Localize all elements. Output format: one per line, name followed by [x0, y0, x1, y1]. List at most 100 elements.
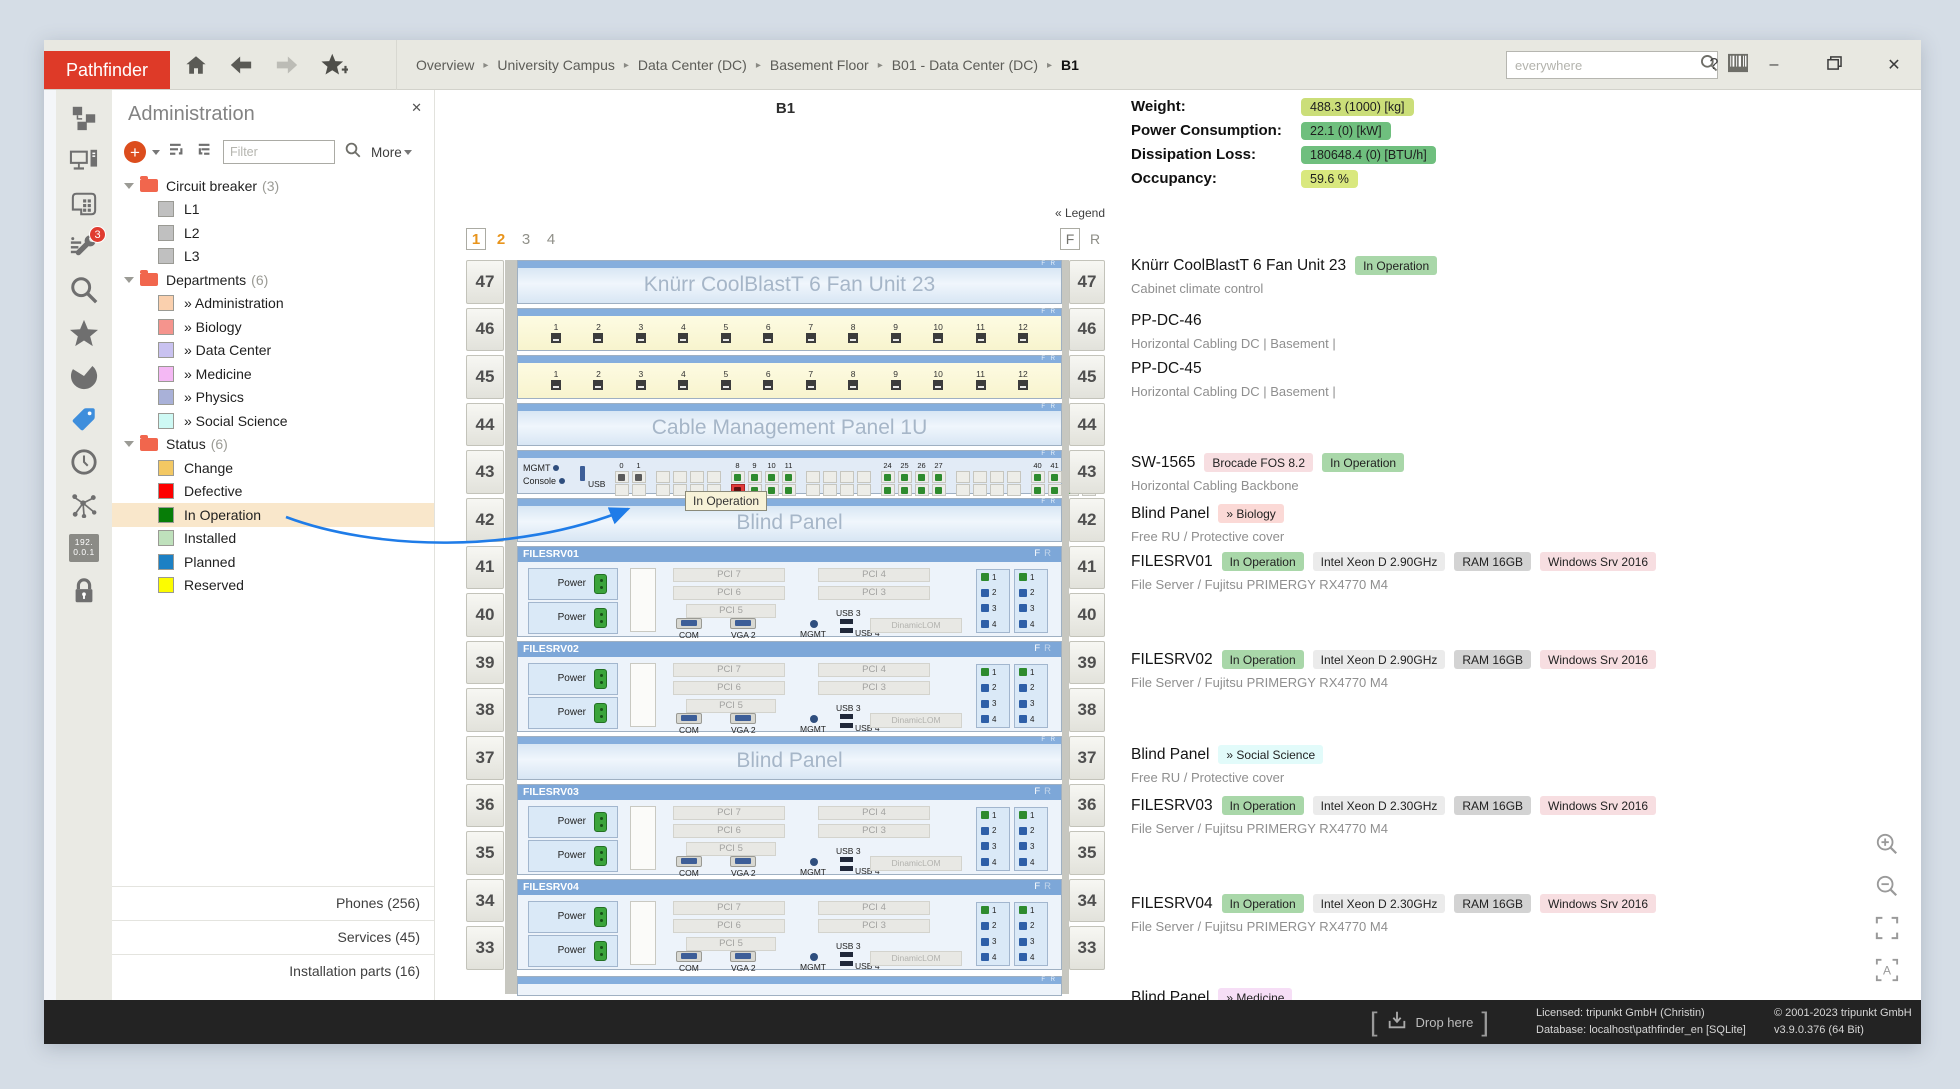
nic-port[interactable]: 4: [981, 715, 1005, 724]
info-list-item[interactable]: PP-DC-46Horizontal Cabling DC | Basement…: [1131, 312, 1336, 351]
tag-icon[interactable]: [68, 403, 100, 435]
rack-unit-number[interactable]: 46: [1069, 308, 1105, 352]
switch-port[interactable]: [823, 484, 837, 496]
tree-item-in-operation[interactable]: In Operation: [112, 503, 434, 527]
patch-port[interactable]: 9: [888, 323, 904, 343]
switch-port[interactable]: [915, 484, 929, 496]
switch-port[interactable]: [956, 484, 970, 496]
rack-device-switch[interactable]: F RMGMT Console USB018910112425262740414…: [517, 450, 1062, 494]
patch-port[interactable]: 4: [675, 370, 691, 390]
home-icon[interactable]: [184, 53, 208, 77]
tree-item--physics[interactable]: » Physics: [112, 386, 434, 410]
rack-device-panel[interactable]: F RKnürr CoolBlastT 6 Fan Unit 23: [517, 260, 1062, 304]
rack-unit-number[interactable]: 34: [1069, 879, 1105, 923]
tree-item-l-[interactable]: L2: [112, 221, 434, 245]
nic-port[interactable]: 1: [1019, 573, 1043, 582]
nic-port[interactable]: 1: [981, 668, 1005, 677]
rack-unit-number[interactable]: 41: [1069, 546, 1105, 590]
tree-item-l-[interactable]: L3: [112, 245, 434, 269]
nic-port[interactable]: 1: [981, 573, 1005, 582]
info-list-item[interactable]: FILESRV04In OperationIntel Xeon D 2.30GH…: [1131, 894, 1656, 934]
zoom-fit-icon[interactable]: [1875, 916, 1899, 945]
tree-item--biology[interactable]: » Biology: [112, 315, 434, 339]
switch-port[interactable]: [765, 471, 779, 483]
switch-port[interactable]: [840, 471, 854, 483]
breadcrumb-item[interactable]: Overview: [416, 57, 474, 73]
tree-item-reserved[interactable]: Reserved: [112, 574, 434, 598]
switch-port[interactable]: [615, 484, 629, 496]
rack-unit-number[interactable]: 45: [1069, 355, 1105, 399]
rack-unit-number[interactable]: 35: [1069, 831, 1105, 875]
rack-unit-number[interactable]: 43: [1069, 450, 1105, 494]
zoom-auto-icon[interactable]: A: [1875, 958, 1899, 987]
app-logo[interactable]: Pathfinder: [44, 51, 170, 89]
breadcrumb-item[interactable]: Basement Floor: [770, 57, 869, 73]
rack-tab-1[interactable]: 1: [466, 228, 486, 250]
rack-unit-number[interactable]: 38: [1069, 688, 1105, 732]
tree-item--medicine[interactable]: » Medicine: [112, 362, 434, 386]
switch-port[interactable]: [806, 471, 820, 483]
nic-port[interactable]: 2: [981, 921, 1005, 930]
rack-unit-number[interactable]: 39: [1069, 641, 1105, 685]
panel-footer-section[interactable]: Installation parts (16): [112, 954, 434, 988]
tree-item-change[interactable]: Change: [112, 456, 434, 480]
zoom-out-icon[interactable]: [1875, 874, 1899, 903]
tree-item-l-[interactable]: L1: [112, 198, 434, 222]
rack-unit-number[interactable]: 47: [466, 260, 504, 304]
expand-icon[interactable]: [124, 441, 134, 447]
switch-port[interactable]: [690, 471, 704, 483]
info-list-item[interactable]: FILESRV01In OperationIntel Xeon D 2.90GH…: [1131, 552, 1656, 592]
switch-port[interactable]: [973, 471, 987, 483]
rack-unit-number[interactable]: 33: [1069, 926, 1105, 970]
nic-port[interactable]: 2: [1019, 588, 1043, 597]
nic-port[interactable]: 4: [1019, 715, 1043, 724]
panel-close-icon[interactable]: ✕: [411, 100, 422, 116]
rack-device-patch-panel[interactable]: F R123456789101112: [517, 355, 1062, 399]
server-front-rear-toggle[interactable]: FR: [1034, 643, 1055, 654]
rack-device-server[interactable]: FILESRV04FRPowerPowerPCI 7PCI 6PCI 5PCI …: [517, 879, 1062, 970]
switch-port[interactable]: [1007, 484, 1021, 496]
tree-item--social-science[interactable]: » Social Science: [112, 409, 434, 433]
rack-device-panel[interactable]: F RBlind Panel: [517, 736, 1062, 780]
switch-port[interactable]: [990, 484, 1004, 496]
rack-unit-number[interactable]: 42: [466, 498, 504, 542]
nic-port[interactable]: 4: [981, 620, 1005, 629]
server-front-rear-toggle[interactable]: FR: [1034, 548, 1055, 559]
tree-item-installed[interactable]: Installed: [112, 527, 434, 551]
rack-tab-2[interactable]: 2: [491, 228, 511, 250]
tools-icon[interactable]: 3: [68, 231, 100, 263]
patch-port[interactable]: 2: [590, 323, 606, 343]
nic-port[interactable]: 3: [981, 842, 1005, 851]
search-input[interactable]: [1507, 58, 1699, 73]
patch-port[interactable]: 12: [1015, 370, 1031, 390]
switch-port[interactable]: [673, 471, 687, 483]
breadcrumb-item[interactable]: B1: [1061, 57, 1079, 73]
patch-port[interactable]: 12: [1015, 323, 1031, 343]
switch-port[interactable]: [656, 484, 670, 496]
nic-port[interactable]: 4: [1019, 953, 1043, 962]
nic-port[interactable]: 3: [1019, 937, 1043, 946]
switch-port[interactable]: [656, 471, 670, 483]
view-button-r[interactable]: R: [1085, 228, 1105, 250]
workstation-icon[interactable]: [68, 145, 100, 177]
breadcrumb-item[interactable]: B01 - Data Center (DC): [892, 57, 1038, 73]
patch-port[interactable]: 7: [803, 370, 819, 390]
info-list-item[interactable]: Blind Panel» BiologyFree RU / Protective…: [1131, 504, 1284, 544]
close-button[interactable]: ✕: [1881, 55, 1907, 75]
rack-unit-number[interactable]: 37: [1069, 736, 1105, 780]
more-button[interactable]: More: [371, 145, 412, 160]
nic-port[interactable]: 3: [981, 604, 1005, 613]
favorites-star-icon[interactable]: [68, 317, 100, 349]
tree-item--data-center[interactable]: » Data Center: [112, 339, 434, 363]
rack-device-server[interactable]: FILESRV02FRPowerPowerPCI 7PCI 6PCI 5PCI …: [517, 641, 1062, 732]
help-button[interactable]: ?: [1701, 56, 1727, 74]
nic-port[interactable]: 1: [1019, 668, 1043, 677]
rack-unit-number[interactable]: 40: [466, 593, 504, 637]
add-button[interactable]: +: [124, 141, 146, 163]
switch-port[interactable]: [1048, 484, 1062, 496]
ip-address-icon[interactable]: 192.0.0.1: [68, 532, 100, 564]
expand-all-icon[interactable]: [169, 142, 187, 163]
switch-port[interactable]: [782, 471, 796, 483]
network-icon[interactable]: [68, 489, 100, 521]
nic-port[interactable]: 3: [981, 699, 1005, 708]
